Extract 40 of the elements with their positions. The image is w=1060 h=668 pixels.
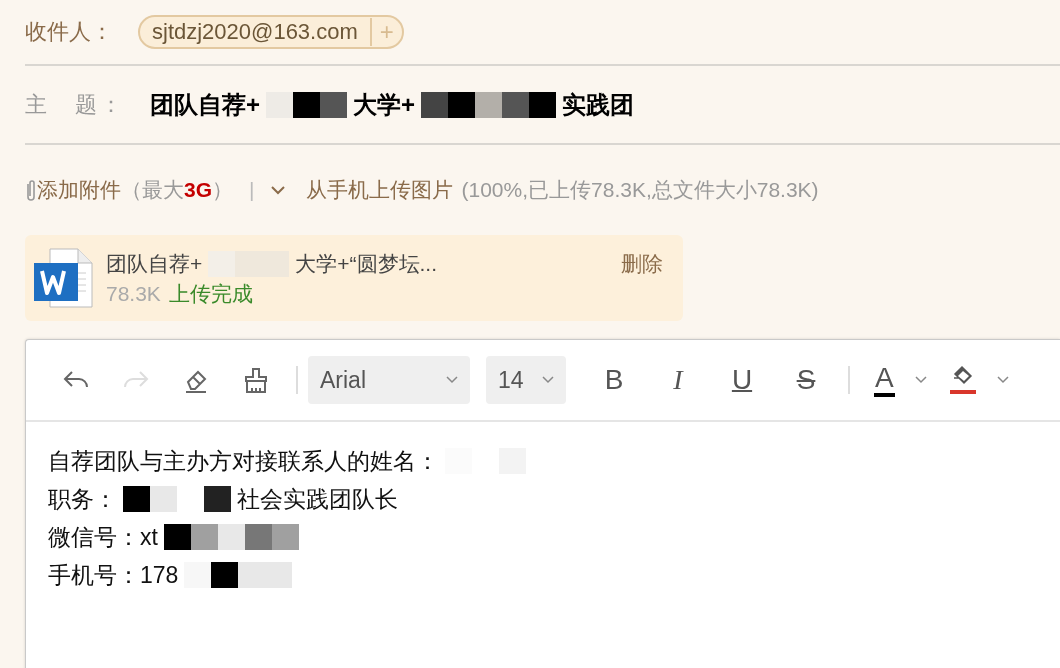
mobile-upload-link[interactable]: 从手机上传图片 (306, 176, 454, 204)
text: 手机号：178 (48, 560, 179, 590)
text: 3G (184, 178, 212, 202)
text: 实践团 (562, 89, 635, 120)
font-color-button[interactable]: A (874, 363, 895, 397)
file-size: 78.3K (106, 282, 161, 305)
text: | (249, 178, 255, 202)
text: 团队自荐+ (106, 251, 203, 277)
paperclip-icon (25, 178, 37, 202)
upload-status: 上传完成 (168, 282, 253, 305)
font-size-dropdown[interactable]: 14 (486, 356, 566, 404)
text: 微信号：xt (48, 522, 158, 552)
text: 大学+ (353, 89, 416, 120)
chevron-down-icon[interactable] (270, 185, 287, 195)
fill-color-icon[interactable] (948, 365, 977, 395)
chevron-down-icon (914, 376, 927, 384)
brush-icon[interactable] (242, 366, 270, 394)
text: 自荐团队与主办方对接联系人的姓名： (48, 446, 439, 476)
delete-link[interactable]: 删除 (621, 250, 663, 278)
recipient-chip[interactable]: sjtdzj2020@163.com + (138, 15, 404, 49)
add-attachment-link[interactable]: 添加附件 (37, 176, 121, 204)
chevron-down-icon (542, 376, 554, 384)
font-dropdown[interactable]: Arial (308, 356, 470, 404)
text: 社会实践团队长 (237, 484, 398, 514)
chevron-down-icon (996, 376, 1009, 384)
word-document-icon (32, 247, 96, 309)
text: 职务： (48, 484, 117, 514)
chevron-down-icon (446, 376, 458, 384)
upload-status: (100%,已上传78.3K,总文件大小78.3K) (461, 177, 819, 203)
italic-button[interactable]: I (646, 364, 710, 396)
text: sjtdzj2020@163.com (151, 19, 359, 45)
underline-button[interactable]: U (710, 364, 774, 396)
text: （最大 (121, 177, 184, 203)
strike-button[interactable]: S (774, 364, 838, 396)
text: 团队自荐+ (150, 89, 260, 120)
subject-label: 主 题： (25, 90, 126, 119)
text: 大学+“圆梦坛... (295, 251, 438, 277)
bold-button[interactable]: B (582, 364, 646, 396)
recipient-label: 收件人： (25, 18, 114, 46)
text: ） (212, 177, 233, 203)
